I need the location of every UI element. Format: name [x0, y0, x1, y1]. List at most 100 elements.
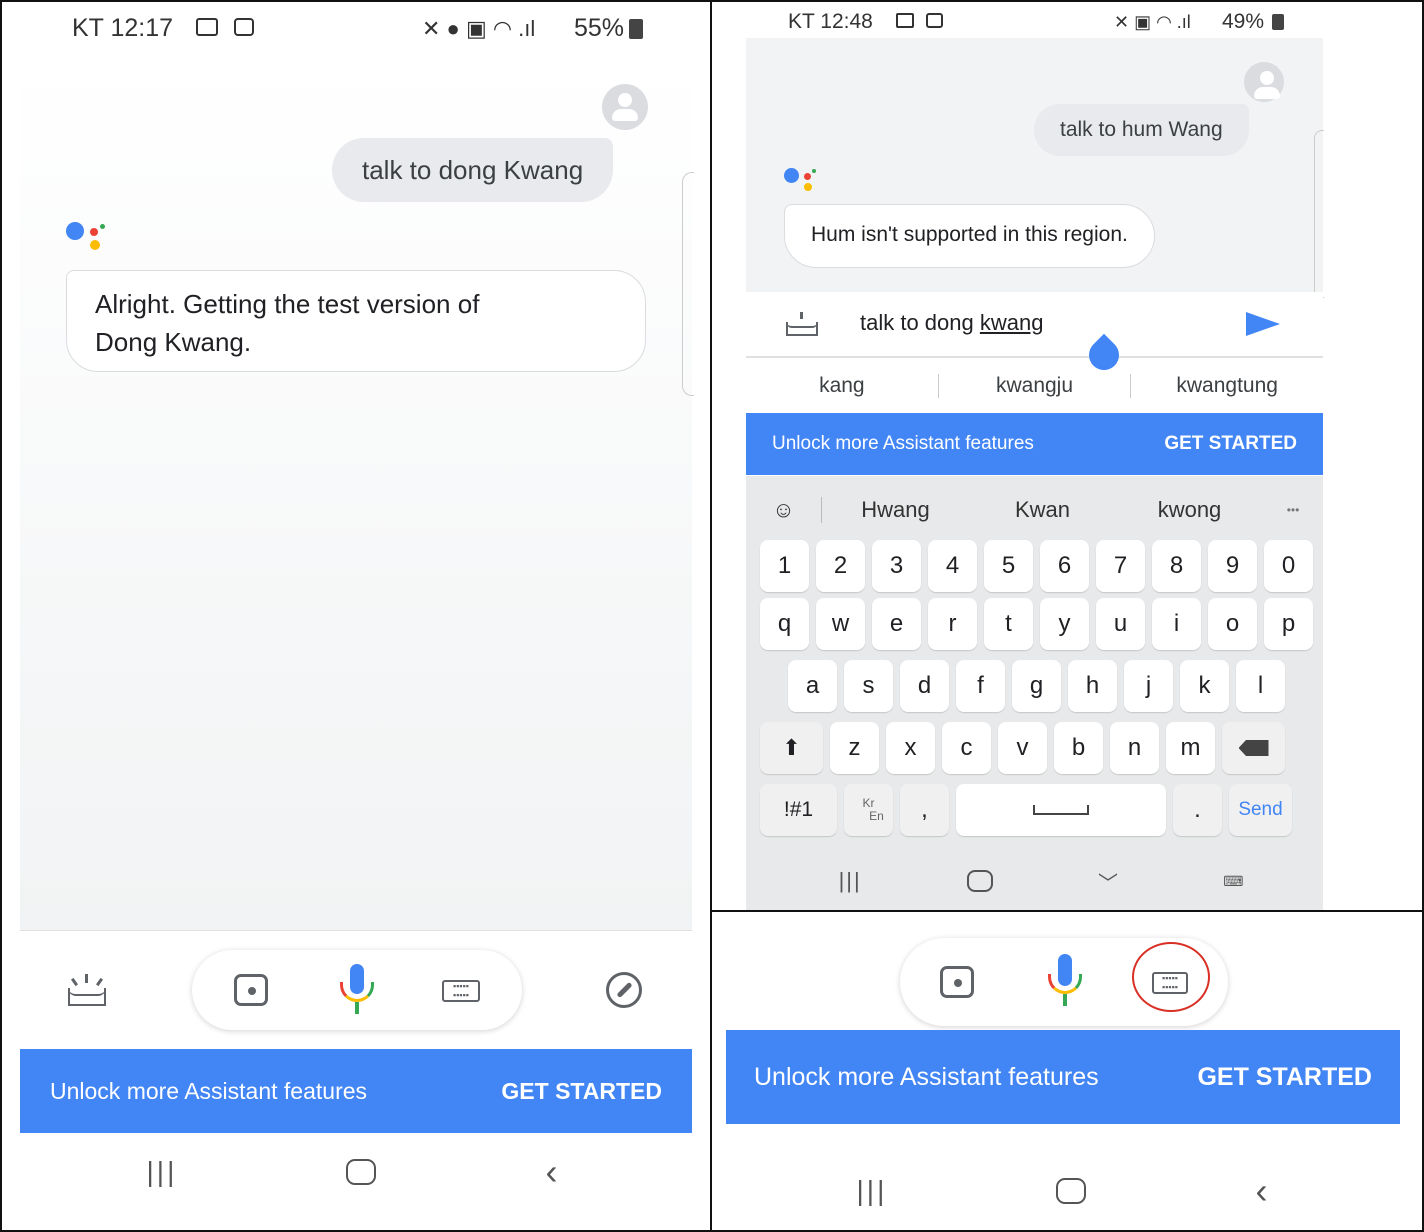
- key-c[interactable]: c: [942, 722, 991, 774]
- key-h[interactable]: h: [1068, 660, 1117, 712]
- back-icon[interactable]: ‹: [1255, 1170, 1267, 1212]
- snapshot-icon[interactable]: [786, 312, 820, 338]
- key-q[interactable]: q: [760, 598, 809, 650]
- suggestion-kang[interactable]: kang: [746, 374, 939, 398]
- key-i[interactable]: i: [1152, 598, 1201, 650]
- recent-apps-icon[interactable]: |||: [839, 868, 862, 894]
- key-w[interactable]: w: [816, 598, 865, 650]
- microphone-icon[interactable]: [338, 964, 376, 1016]
- explore-compass-icon[interactable]: [606, 972, 642, 1008]
- prediction-2[interactable]: Kwan: [969, 497, 1116, 523]
- period-key[interactable]: .: [1173, 784, 1222, 836]
- key-v[interactable]: v: [998, 722, 1047, 774]
- get-started-button[interactable]: GET STARTED: [1197, 1063, 1372, 1092]
- lens-icon[interactable]: [234, 974, 268, 1006]
- key-1[interactable]: 1: [760, 540, 809, 592]
- suggestion-kwangju[interactable]: kwangju: [939, 374, 1132, 398]
- key-f[interactable]: f: [956, 660, 1005, 712]
- key-z[interactable]: z: [830, 722, 879, 774]
- keyboard-icon[interactable]: ▪▪▪▪▪ ▪▪▪▪▪: [1152, 972, 1188, 994]
- key-o[interactable]: o: [1208, 598, 1257, 650]
- suggestion-kwangtung[interactable]: kwangtung: [1131, 374, 1323, 398]
- shift-key[interactable]: ⬆: [760, 722, 823, 774]
- home-icon[interactable]: [966, 870, 993, 892]
- key-y[interactable]: y: [1040, 598, 1089, 650]
- symbols-key[interactable]: !#1: [760, 784, 837, 836]
- hide-keyboard-icon[interactable]: ﹀: [1098, 867, 1118, 896]
- back-icon[interactable]: ‹: [545, 1151, 557, 1193]
- battery-icon: [629, 19, 643, 39]
- key-s[interactable]: s: [844, 660, 893, 712]
- suggestion-chips: kang kwangju kwangtung: [746, 360, 1323, 412]
- home-icon[interactable]: [1056, 1178, 1087, 1204]
- key-x[interactable]: x: [886, 722, 935, 774]
- assistant-logo-icon: [66, 218, 116, 258]
- key-u[interactable]: u: [1096, 598, 1145, 650]
- key-p[interactable]: p: [1264, 598, 1313, 650]
- right-bottom-screenshot: ▪▪▪▪▪ ▪▪▪▪▪ Unlock more Assistant feature…: [710, 910, 1424, 1232]
- key-0[interactable]: 0: [1264, 540, 1313, 592]
- key-b[interactable]: b: [1054, 722, 1103, 774]
- assistant-reply-bubble: Alright. Getting the test version of Don…: [66, 270, 646, 372]
- status-time: KT 12:48: [788, 10, 873, 33]
- system-nav-bar: ||| ﹀ ⌨: [786, 854, 1296, 908]
- key-d[interactable]: d: [900, 660, 949, 712]
- query-input[interactable]: talk to dong kwang: [860, 310, 1043, 336]
- key-2[interactable]: 2: [816, 540, 865, 592]
- key-n[interactable]: n: [1110, 722, 1159, 774]
- comma-key[interactable]: ,: [900, 784, 949, 836]
- assistant-logo-icon: [784, 166, 834, 206]
- space-key[interactable]: [956, 784, 1166, 836]
- key-l[interactable]: l: [1236, 660, 1285, 712]
- backspace-key[interactable]: [1222, 722, 1285, 774]
- get-started-button[interactable]: GET STARTED: [1164, 433, 1297, 455]
- prediction-1[interactable]: Hwang: [822, 497, 969, 523]
- key-9[interactable]: 9: [1208, 540, 1257, 592]
- key-a[interactable]: a: [788, 660, 837, 712]
- get-started-button[interactable]: GET STARTED: [501, 1078, 662, 1105]
- key-7[interactable]: 7: [1096, 540, 1145, 592]
- key-t[interactable]: t: [984, 598, 1033, 650]
- edge-handle[interactable]: [682, 172, 694, 396]
- lang-en: En: [869, 809, 884, 823]
- snapshot-icon[interactable]: [68, 974, 108, 1008]
- send-key[interactable]: Send: [1229, 784, 1292, 836]
- edge-handle[interactable]: [1314, 130, 1324, 298]
- lens-icon[interactable]: [940, 966, 974, 998]
- signal-icons: ✕ ▣ ◠ .ıl: [1114, 12, 1191, 32]
- emoji-icon[interactable]: ☺: [746, 497, 822, 523]
- key-e[interactable]: e: [872, 598, 921, 650]
- key-3[interactable]: 3: [872, 540, 921, 592]
- home-icon[interactable]: [346, 1159, 377, 1185]
- user-avatar: [602, 84, 648, 130]
- key-6[interactable]: 6: [1040, 540, 1089, 592]
- language-toggle-key[interactable]: Kr En: [844, 784, 893, 836]
- query-input-composing: kwang: [979, 310, 1044, 335]
- key-r[interactable]: r: [928, 598, 977, 650]
- banner-text: Unlock more Assistant features: [754, 1062, 1099, 1091]
- more-predictions-button[interactable]: •••: [1263, 503, 1323, 517]
- unlock-features-banner: Unlock more Assistant features GET START…: [20, 1049, 692, 1133]
- keyboard-switch-icon[interactable]: ⌨: [1223, 873, 1243, 890]
- key-j[interactable]: j: [1124, 660, 1173, 712]
- key-m[interactable]: m: [1166, 722, 1215, 774]
- send-icon[interactable]: [1246, 312, 1280, 336]
- microphone-icon[interactable]: [1046, 954, 1084, 1010]
- shift-arrow-icon: ⬆: [782, 735, 801, 760]
- conversation-area: talk to dong Kwang Alright. Getting the …: [20, 62, 692, 930]
- assistant-reply-line1: Alright. Getting the test version of: [95, 289, 480, 319]
- key-5[interactable]: 5: [984, 540, 1033, 592]
- recent-apps-icon[interactable]: |||: [857, 1175, 888, 1207]
- prediction-3[interactable]: kwong: [1116, 497, 1263, 523]
- key-8[interactable]: 8: [1152, 540, 1201, 592]
- right-top-screenshot: KT 12:48 ✕ ▣ ◠ .ıl 49% talk to hum Wang …: [710, 0, 1424, 912]
- recent-apps-icon[interactable]: |||: [147, 1156, 178, 1188]
- key-k[interactable]: k: [1180, 660, 1229, 712]
- user-query-text: talk to hum Wang: [1060, 118, 1223, 141]
- letter-row-1: q w e r t y u i o p: [760, 598, 1320, 650]
- keyboard-icon[interactable]: ▪▪▪▪▪ ▪▪▪▪▪: [442, 980, 480, 1002]
- assistant-reply-line2: Dong Kwang.: [95, 327, 252, 357]
- input-mode-bar: ▪▪▪▪▪ ▪▪▪▪▪: [900, 938, 1228, 1026]
- key-4[interactable]: 4: [928, 540, 977, 592]
- key-g[interactable]: g: [1012, 660, 1061, 712]
